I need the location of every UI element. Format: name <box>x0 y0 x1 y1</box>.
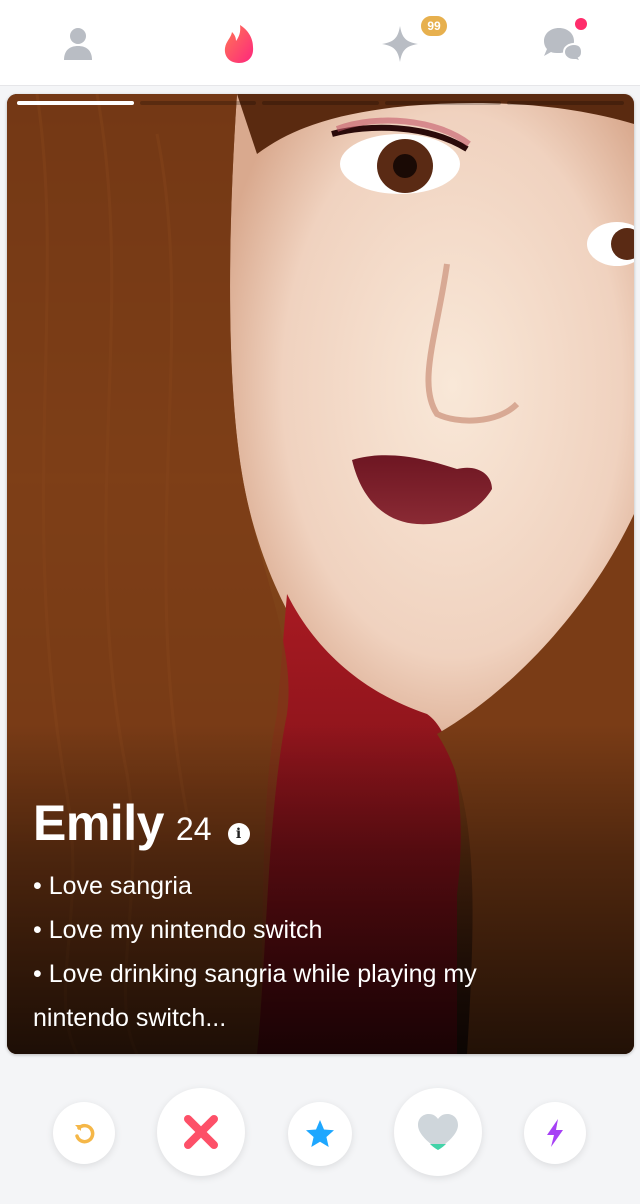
bio-line: • Love my nintendo switch <box>33 916 323 944</box>
super-like-button[interactable] <box>288 1102 352 1166</box>
photo-indicator[interactable] <box>17 101 134 105</box>
bio-line: • Love drinking sangria while playing my <box>33 960 477 988</box>
flame-nav-button[interactable] <box>209 14 269 74</box>
app-screen: 99 Emily 24 i • Love sangria • Love my n… <box>0 0 640 1204</box>
name-age-line: Emily 24 i <box>33 794 603 852</box>
info-icon[interactable]: i <box>227 823 250 845</box>
nope-button[interactable] <box>157 1088 245 1176</box>
super-like-icon <box>306 1120 334 1147</box>
profile-age: 24 <box>175 811 212 847</box>
profile-icon <box>64 28 92 60</box>
like-button[interactable] <box>394 1088 482 1176</box>
profile-name: Emily <box>33 795 164 851</box>
profile-card[interactable]: Emily 24 i • Love sangria • Love my nint… <box>7 94 634 1054</box>
photo-indicator[interactable] <box>384 101 502 105</box>
bio-line: • Love sangria <box>33 872 192 900</box>
bio-line: nintendo switch... <box>33 1004 227 1032</box>
gold-sparkle-icon <box>382 26 418 62</box>
action-bar <box>0 1075 640 1204</box>
like-icon <box>418 1114 458 1150</box>
new-message-dot <box>575 18 587 30</box>
gold-count-badge: 99 <box>419 14 449 38</box>
flame-icon <box>224 25 254 63</box>
profile-info: Emily 24 i • Love sangria • Love my nint… <box>33 794 603 1040</box>
photo-indicator[interactable] <box>507 101 624 105</box>
photo-indicator[interactable] <box>262 101 379 105</box>
boost-icon <box>547 1119 563 1147</box>
profile-bio: • Love sangria • Love my nintendo switch… <box>33 864 603 1040</box>
messages-icon <box>544 28 584 63</box>
photo-progress-bar <box>17 101 624 106</box>
top-nav-bar: 99 <box>0 0 640 86</box>
rewind-icon <box>75 1123 95 1144</box>
nope-icon <box>184 1115 218 1149</box>
profile-nav-button[interactable] <box>48 14 108 74</box>
photo-indicator[interactable] <box>139 101 257 105</box>
boost-button[interactable] <box>524 1102 586 1164</box>
rewind-button[interactable] <box>53 1102 115 1164</box>
